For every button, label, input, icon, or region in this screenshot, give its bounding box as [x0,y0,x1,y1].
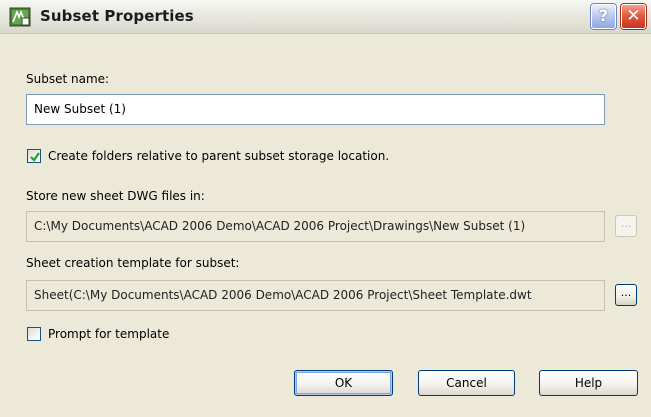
store-location-label: Store new sheet DWG files in: [26,189,205,203]
checkmark-icon [30,152,40,162]
cancel-button[interactable]: Cancel [418,370,515,396]
window-title: Subset Properties [40,7,194,25]
template-browse-button[interactable]: ... [615,284,637,306]
create-folders-checkbox[interactable] [27,149,41,163]
help-button[interactable]: Help [539,370,638,396]
create-folders-label[interactable]: Create folders relative to parent subset… [48,149,389,163]
title-bar[interactable]: Subset Properties ? ✕ [0,0,651,34]
help-title-button[interactable]: ? [591,4,616,29]
close-button[interactable]: ✕ [621,4,646,29]
subset-name-input[interactable]: New Subset (1) [26,94,605,125]
subset-properties-dialog: Subset Properties ? ✕ Subset name: New S… [0,0,651,417]
sheetset-icon [9,7,31,27]
prompt-template-checkbox[interactable] [27,327,41,341]
store-location-field: C:\My Documents\ACAD 2006 Demo\ACAD 2006… [26,211,605,242]
template-label: Sheet creation template for subset: [26,256,240,270]
prompt-template-label[interactable]: Prompt for template [48,327,169,341]
subset-name-label: Subset name: [26,72,110,86]
template-field: Sheet(C:\My Documents\ACAD 2006 Demo\ACA… [26,280,605,311]
store-location-browse-button[interactable]: ... [615,215,637,237]
ok-button[interactable]: OK [294,370,393,396]
